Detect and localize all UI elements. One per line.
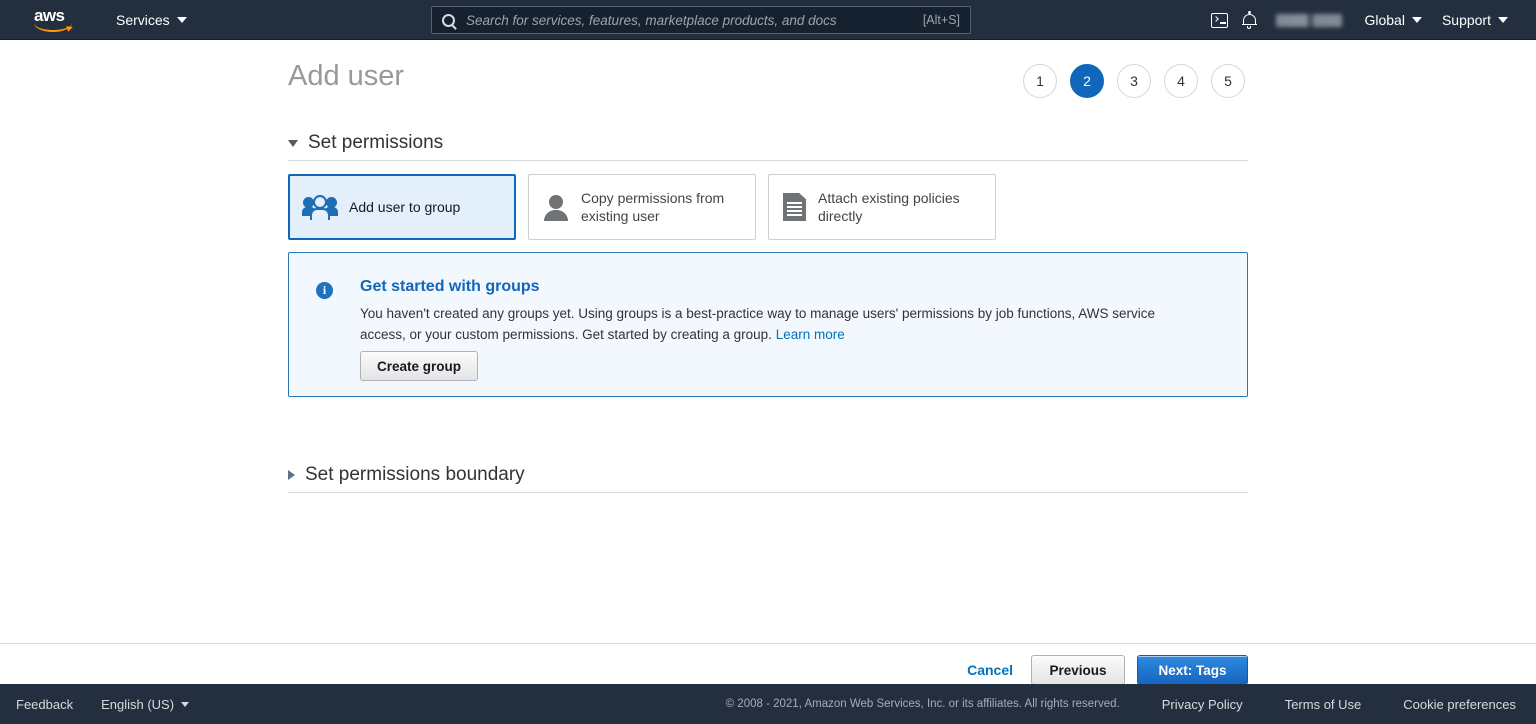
- permission-option-cards: Add user to group Copy permissions from …: [288, 174, 996, 240]
- aws-logo[interactable]: aws: [32, 6, 76, 34]
- chevron-down-icon: [1498, 17, 1508, 23]
- get-started-with-groups-alert: i Get started with groups You haven't cr…: [288, 252, 1248, 397]
- step-5[interactable]: 5: [1211, 64, 1245, 98]
- permission-option-attach-policies[interactable]: Attach existing policies directly: [768, 174, 996, 240]
- notifications-button[interactable]: [1234, 5, 1264, 35]
- global-search-bar[interactable]: [Alt+S]: [431, 6, 971, 34]
- set-permissions-section-header[interactable]: Set permissions: [288, 132, 1248, 154]
- step-1[interactable]: 1: [1023, 64, 1057, 98]
- chevron-down-icon: [176, 16, 187, 23]
- search-icon: [442, 13, 455, 27]
- region-menu[interactable]: Global: [1354, 0, 1431, 40]
- bell-icon: [1241, 10, 1257, 29]
- cloudshell-button[interactable]: [1204, 5, 1234, 35]
- triangle-down-icon: [288, 139, 298, 147]
- permission-option-label: Attach existing policies directly: [818, 190, 960, 224]
- set-permissions-title: Set permissions: [308, 132, 444, 153]
- set-permissions-boundary-divider: [288, 492, 1248, 493]
- cookie-preferences-link[interactable]: Cookie preferences: [1403, 697, 1516, 712]
- info-icon: i: [316, 282, 333, 299]
- permission-option-add-user-to-group[interactable]: Add user to group: [288, 174, 516, 240]
- copyright-text: © 2008 - 2021, Amazon Web Services, Inc.…: [725, 698, 1120, 710]
- aws-logo-wordmark: aws: [34, 5, 65, 25]
- learn-more-link[interactable]: Learn more: [776, 327, 845, 342]
- permission-option-label: Copy permissions from existing user: [581, 190, 725, 224]
- step-4[interactable]: 4: [1164, 64, 1198, 98]
- permission-option-label: Add user to group: [349, 199, 461, 215]
- user-icon: [543, 194, 569, 221]
- terms-of-use-link[interactable]: Terms of Use: [1285, 697, 1362, 712]
- chevron-down-icon: [1411, 17, 1422, 23]
- step-indicator: 1 2 3 4 5: [1023, 64, 1245, 98]
- feedback-link[interactable]: Feedback: [16, 697, 73, 712]
- region-menu-label: Global: [1364, 12, 1405, 28]
- page-footer: Feedback English (US) © 2008 - 2021, Ama…: [0, 684, 1536, 724]
- search-input[interactable]: [464, 11, 915, 29]
- services-menu[interactable]: Services: [106, 0, 197, 40]
- set-permissions-divider: [288, 160, 1248, 161]
- language-selector-label: English (US): [101, 696, 175, 712]
- action-bar-divider: [0, 643, 1536, 644]
- step-2[interactable]: 2: [1070, 64, 1104, 98]
- users-group-icon: [302, 194, 338, 220]
- privacy-policy-link[interactable]: Privacy Policy: [1162, 697, 1243, 712]
- step-3[interactable]: 3: [1117, 64, 1151, 98]
- alert-body: You haven't created any groups yet. Usin…: [360, 303, 1200, 345]
- support-menu-label: Support: [1441, 12, 1491, 28]
- main-content: Add user 1 2 3 4 5 Set permissions Add u…: [0, 40, 1536, 685]
- create-group-button[interactable]: Create group: [360, 351, 478, 381]
- search-shortcut-hint: [Alt+S]: [922, 13, 960, 27]
- top-navigation-bar: aws Services [Alt+S] Global Support: [0, 0, 1536, 40]
- triangle-right-icon: [288, 470, 295, 480]
- aws-logo-smile-icon: [34, 23, 72, 32]
- next-tags-button[interactable]: Next: Tags: [1137, 655, 1248, 685]
- wizard-action-bar: Cancel Previous Next: Tags: [961, 655, 1248, 685]
- support-menu[interactable]: Support: [1432, 0, 1518, 40]
- previous-button[interactable]: Previous: [1031, 655, 1125, 685]
- footer-right-group: © 2008 - 2021, Amazon Web Services, Inc.…: [726, 697, 1516, 712]
- chevron-down-icon: [181, 701, 190, 707]
- page-title: Add user: [288, 60, 405, 92]
- set-permissions-boundary-section-header[interactable]: Set permissions boundary: [288, 464, 1248, 486]
- services-menu-label: Services: [116, 11, 170, 28]
- alert-title: Get started with groups: [360, 278, 540, 295]
- alert-body-text: You haven't created any groups yet. Usin…: [360, 306, 1156, 342]
- set-permissions-boundary-title: Set permissions boundary: [305, 464, 525, 485]
- cancel-button[interactable]: Cancel: [961, 662, 1019, 678]
- language-selector[interactable]: English (US): [101, 696, 190, 712]
- account-menu[interactable]: [1276, 13, 1343, 27]
- top-navigation-right: Global Support: [1204, 0, 1518, 40]
- cloudshell-icon: [1210, 12, 1228, 28]
- document-icon: [783, 193, 806, 221]
- permission-option-copy-permissions[interactable]: Copy permissions from existing user: [528, 174, 756, 240]
